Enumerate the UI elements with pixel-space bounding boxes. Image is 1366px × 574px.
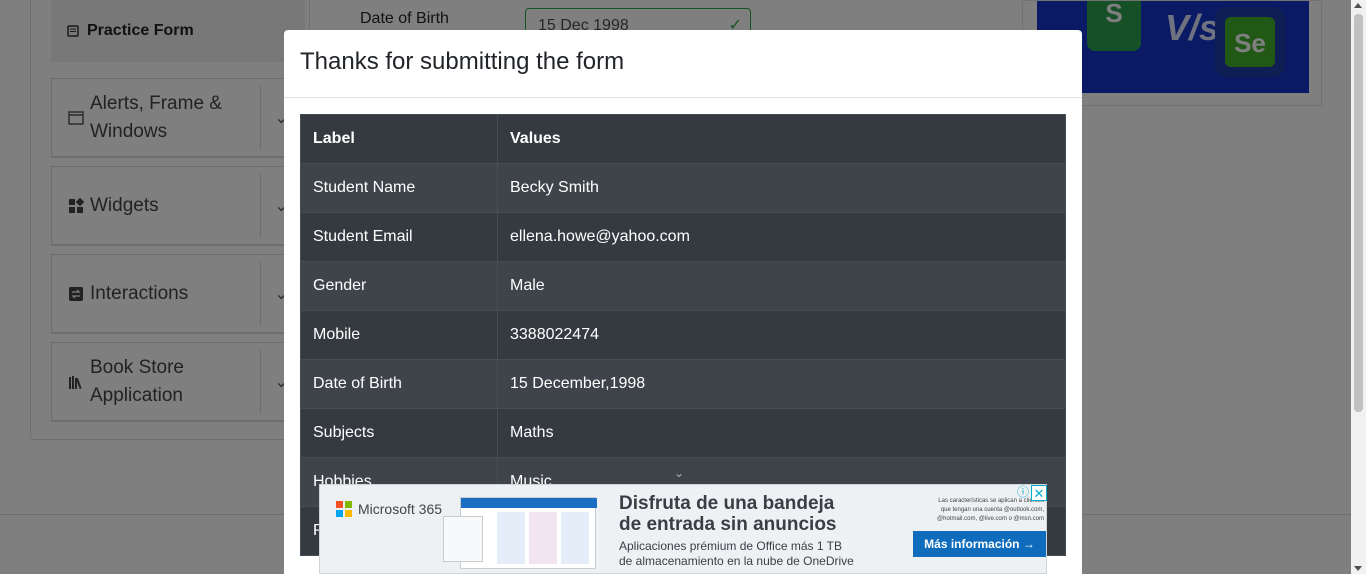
row-value: Male <box>497 261 1066 311</box>
table-row: Student Email ellena.howe@yahoo.com <box>300 212 1066 262</box>
row-label: Date of Birth <box>300 359 498 409</box>
ad-screenshot-image <box>443 497 597 569</box>
row-value: 3388022474 <box>497 310 1066 360</box>
microsoft-logo: Microsoft 365 <box>336 501 442 517</box>
ad-close-icon[interactable]: ✕ <box>1031 485 1047 501</box>
row-label: Mobile <box>300 310 498 360</box>
row-value: Becky Smith <box>497 163 1066 213</box>
ad-headline-line1: Disfruta de una bandeja <box>619 493 835 514</box>
ad-info-icon[interactable]: ⓘ <box>1016 485 1030 499</box>
scroll-down-icon[interactable] <box>1354 566 1362 571</box>
row-value: ellena.howe@yahoo.com <box>497 212 1066 262</box>
bottom-ad-banner[interactable]: Microsoft 365 Disfruta de una bandeja de… <box>319 484 1047 574</box>
row-label: Gender <box>300 261 498 311</box>
row-value: Maths <box>497 408 1066 458</box>
table-row: Subjects Maths <box>300 408 1066 458</box>
table-row: Date of Birth 15 December,1998 <box>300 359 1066 409</box>
page-scrollbar[interactable] <box>1351 0 1366 574</box>
table-row: Gender Male <box>300 261 1066 311</box>
column-header-label: Label <box>300 114 498 164</box>
ad-cta-button[interactable]: Más información → <box>913 531 1046 557</box>
ad-fine-print: Las características se aplican a cliente… <box>937 498 1044 522</box>
ad-subtext-line2: de almacenamiento en la nube de OneDrive <box>619 554 854 568</box>
row-label: Student Name <box>300 163 498 213</box>
row-label: Subjects <box>300 408 498 458</box>
ad-subtext-line1: Aplicaciones prémium de Office más 1 TB <box>619 539 842 553</box>
column-header-values: Values <box>497 114 1066 164</box>
ad-headline: Disfruta de una bandeja de entrada sin a… <box>619 493 837 535</box>
ad-subtext: Aplicaciones prémium de Office más 1 TB … <box>619 539 854 569</box>
row-label: Student Email <box>300 212 498 262</box>
scrollbar-thumb[interactable] <box>1354 14 1363 412</box>
table-header-row: Label Values <box>300 114 1066 164</box>
row-value: 15 December,1998 <box>497 359 1066 409</box>
scroll-up-icon[interactable] <box>1354 3 1362 8</box>
modal-title: Thanks for submitting the form <box>300 48 625 75</box>
table-row: Mobile 3388022474 <box>300 310 1066 360</box>
ad-headline-line2: de entrada sin anuncios <box>619 514 837 535</box>
microsoft-squares-icon <box>336 501 352 517</box>
modal-header: Thanks for submitting the form <box>284 30 1082 98</box>
table-row: Student Name Becky Smith <box>300 163 1066 213</box>
chevron-down-icon: ⌄ <box>674 466 685 480</box>
ad-brand: Microsoft 365 <box>358 501 443 517</box>
